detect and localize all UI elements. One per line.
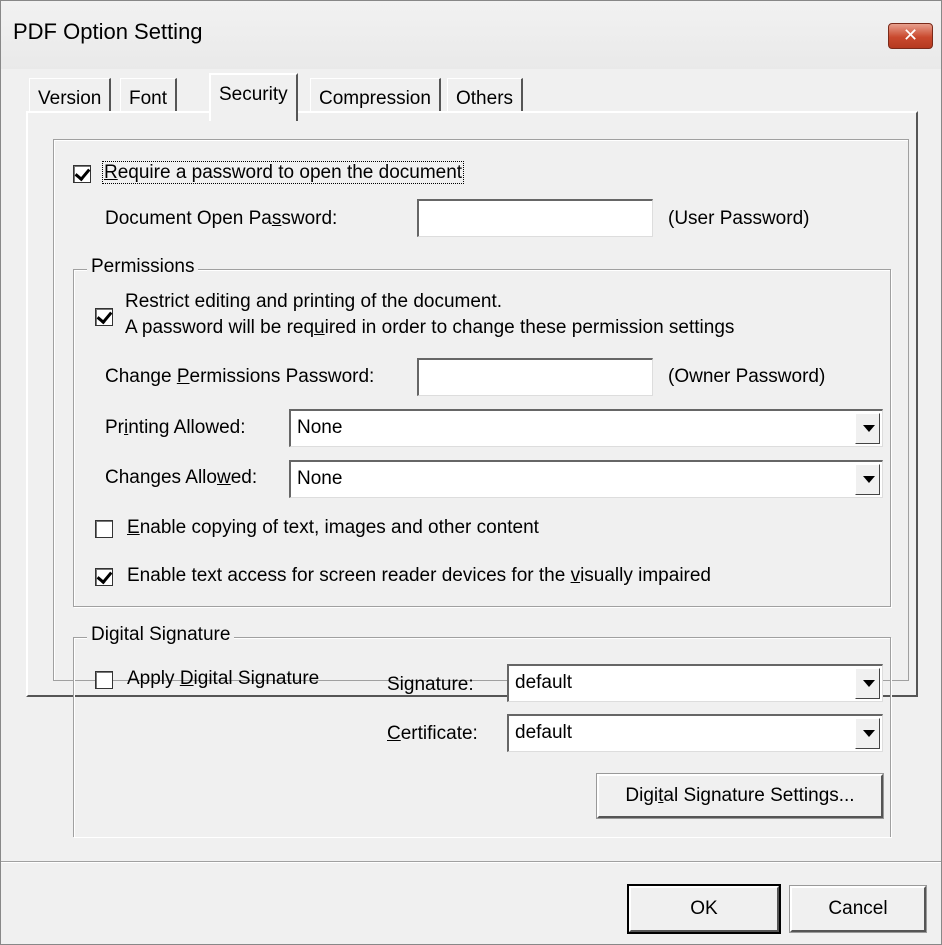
change-permissions-password-input[interactable] — [417, 358, 653, 396]
title-bar: PDF Option Setting ✕ — [1, 1, 941, 69]
certificate-value: default — [515, 722, 573, 743]
tab-security-label: Security — [219, 84, 288, 105]
close-button[interactable]: ✕ — [888, 23, 933, 49]
enable-copying-label[interactable]: Enable copying of text, images and other… — [127, 517, 539, 539]
require-password-label[interactable]: Require a password to open the document — [101, 161, 465, 184]
ok-button[interactable]: OK — [627, 884, 781, 934]
digital-signature-group-label: Digital Signature — [87, 624, 235, 646]
change-permissions-label: Change Permissions Password: — [105, 366, 375, 387]
chevron-down-icon[interactable] — [855, 413, 880, 444]
tab-others-label: Others — [456, 88, 514, 109]
cancel-button-label: Cancel — [828, 898, 888, 919]
tab-security[interactable]: Security — [209, 73, 298, 121]
footer-divider — [1, 861, 941, 863]
restrict-editing-label-line1[interactable]: Restrict editing and printing of the doc… — [125, 291, 502, 313]
chevron-down-icon[interactable] — [855, 718, 880, 749]
digital-signature-settings-button[interactable]: Digital Signature Settings... — [596, 773, 884, 819]
chevron-down-icon[interactable] — [855, 464, 880, 495]
changes-allowed-value: None — [297, 468, 343, 489]
permissions-group-label: Permissions — [87, 256, 199, 278]
tab-compression-label: Compression — [319, 88, 431, 109]
tab-font-label: Font — [129, 88, 168, 109]
user-password-note: (User Password) — [668, 208, 810, 229]
window-title: PDF Option Setting — [13, 19, 203, 44]
cancel-button[interactable]: Cancel — [789, 885, 927, 933]
printing-allowed-select[interactable]: None — [289, 409, 883, 447]
tab-version-label: Version — [38, 88, 102, 109]
certificate-select[interactable]: default — [507, 714, 883, 752]
signature-label: Signature: — [387, 674, 474, 695]
enable-text-access-checkbox[interactable] — [95, 568, 113, 586]
close-icon: ✕ — [902, 25, 919, 45]
enable-text-access-label[interactable]: Enable text access for screen reader dev… — [127, 565, 711, 587]
restrict-editing-label-line2[interactable]: A password will be required in order to … — [125, 317, 734, 339]
open-password-input[interactable] — [417, 199, 653, 237]
apply-digital-signature-checkbox[interactable] — [95, 671, 113, 689]
dialog-window: PDF Option Setting ✕ Version Font Securi… — [0, 0, 942, 945]
changes-allowed-select[interactable]: None — [289, 460, 883, 498]
printing-allowed-label: Printing Allowed: — [105, 417, 246, 438]
restrict-editing-checkbox[interactable] — [95, 308, 113, 326]
apply-digital-signature-label[interactable]: Apply Digital Signature — [127, 668, 319, 690]
open-password-label: Document Open Password: — [105, 208, 338, 229]
certificate-label: Certificate: — [387, 723, 478, 744]
ok-button-label: OK — [690, 898, 718, 919]
enable-copying-checkbox[interactable] — [95, 520, 113, 538]
chevron-down-icon[interactable] — [855, 668, 880, 699]
changes-allowed-label: Changes Allowed: — [105, 467, 258, 488]
owner-password-note: (Owner Password) — [668, 366, 826, 387]
signature-select[interactable]: default — [507, 664, 883, 702]
signature-value: default — [515, 672, 573, 693]
require-password-checkbox[interactable] — [73, 165, 91, 183]
printing-allowed-value: None — [297, 417, 343, 438]
